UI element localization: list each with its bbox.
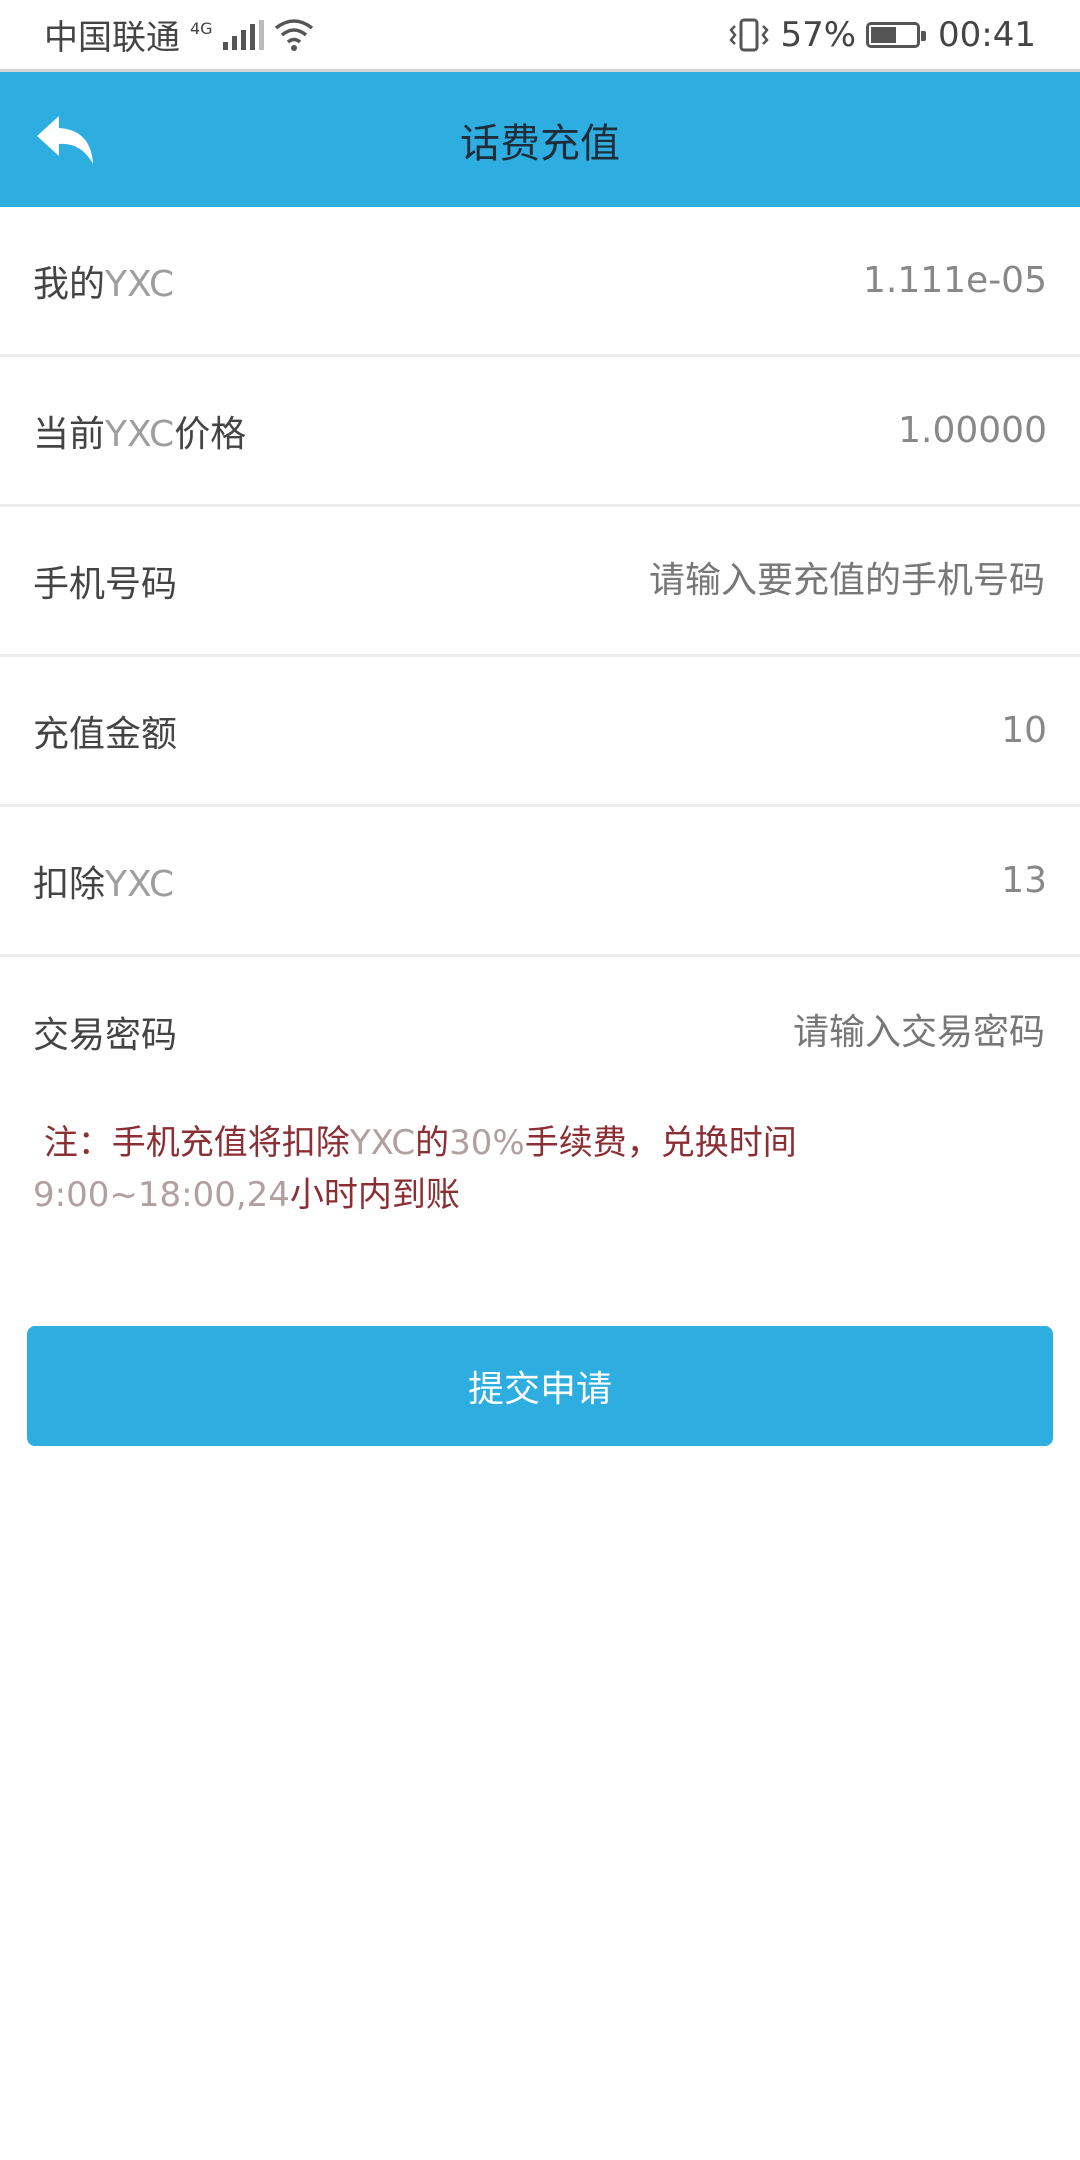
vibrate-icon <box>729 18 770 51</box>
network-type: 4G <box>190 18 213 38</box>
password-input[interactable] <box>523 1010 1047 1054</box>
amount-label: 充值金额 <box>33 713 178 755</box>
phone-input[interactable] <box>523 559 1047 602</box>
price-label: 当前YXC价格 <box>33 413 247 455</box>
deduct-label: 扣除YXC <box>33 863 175 905</box>
row-my-yxc: 我的YXC 1.111e-05 <box>0 207 1080 357</box>
amount-value[interactable]: 10 <box>1001 710 1047 751</box>
wifi-icon <box>274 18 313 51</box>
status-left: 中国联通 4G <box>44 10 314 59</box>
phone-label: 手机号码 <box>33 563 178 605</box>
submit-button[interactable]: 提交申请 <box>27 1326 1053 1446</box>
row-price: 当前YXC价格 1.00000 <box>0 357 1080 507</box>
price-value: 1.00000 <box>898 410 1047 451</box>
status-right: 57% 00:41 <box>728 15 1036 55</box>
app-bar: 话费充值 <box>0 72 1080 207</box>
password-label: 交易密码 <box>33 1015 178 1056</box>
back-button[interactable] <box>30 110 100 170</box>
clock: 00:41 <box>938 14 1036 55</box>
battery-percent: 57% <box>780 14 857 55</box>
my-yxc-value: 1.111e-05 <box>862 260 1047 301</box>
battery-icon <box>866 21 927 48</box>
carrier-label: 中国联通 <box>44 18 180 58</box>
fee-note: 注：手机充值将扣除YXC的30%手续费，兑换时间9:00~18:00,24小时内… <box>33 1123 797 1215</box>
deduct-value: 13 <box>1001 860 1047 901</box>
row-phone: 手机号码 <box>0 507 1080 657</box>
page-title: 话费充值 <box>460 120 620 167</box>
signal-icon <box>222 19 264 50</box>
row-amount: 充值金额 10 <box>0 657 1080 807</box>
my-yxc-label: 我的YXC <box>33 263 175 305</box>
row-deduct: 扣除YXC 13 <box>0 807 1080 957</box>
status-bar: 中国联通 4G 57% 00:41 <box>0 0 1080 72</box>
row-password: 交易密码 <box>0 957 1080 1107</box>
back-arrow-icon <box>37 116 93 164</box>
